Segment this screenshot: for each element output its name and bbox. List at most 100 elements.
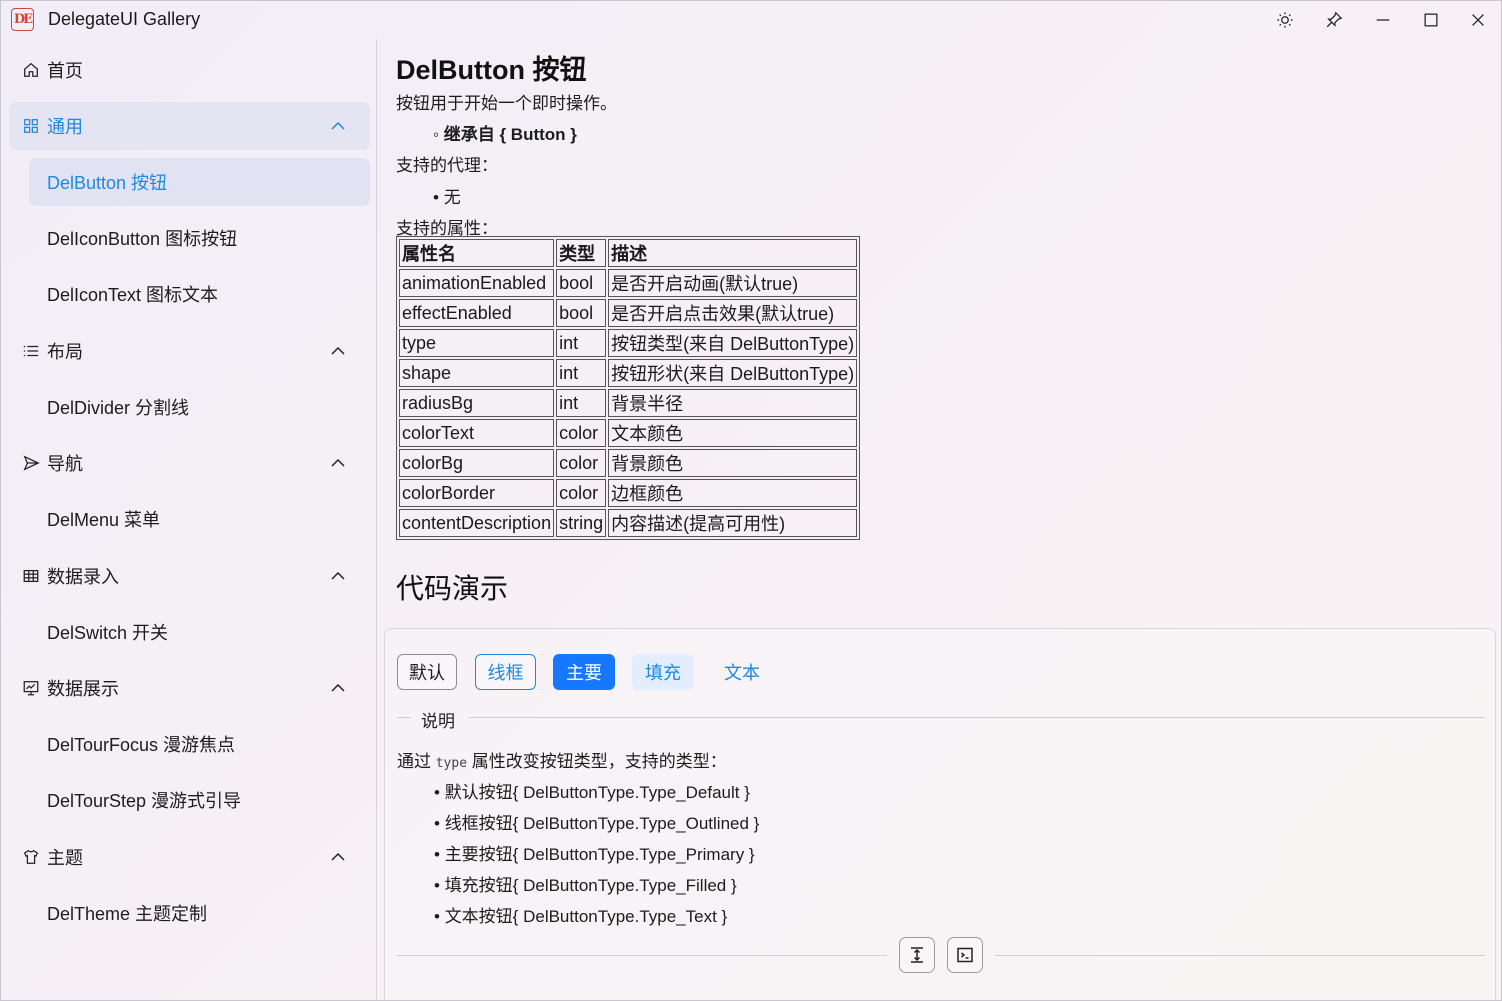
sidebar-item-label: DelButton 按钮 [47,173,168,193]
table-cell: color [556,479,607,507]
default-button[interactable]: 默认 [397,654,457,690]
theme-toggle-button[interactable] [1265,5,1305,35]
sidebar-item-deltourstep[interactable]: DelTourStep 漫游式引导 [29,776,370,824]
chevron-up-icon [331,852,345,861]
sidebar-item-label: DelTourStep 漫游式引导 [47,791,242,811]
page-title: DelButton 按钮 [396,55,587,85]
table-row: type int 按钮类型(来自 DelButtonType) [399,329,858,357]
sidebar-item-deltheme[interactable]: DelTheme 主题定制 [29,889,370,937]
expand-code-button[interactable] [899,937,935,973]
table-cell: radiusBg [399,389,555,417]
maximize-button[interactable] [1411,5,1451,35]
chevron-up-icon [331,571,345,580]
type-list-item: • 填充按钮{ DelButtonType.Type_Filled } [434,876,737,895]
footer-divider-line [995,955,1485,956]
table-cell: color [556,449,607,477]
list-icon [21,341,41,361]
home-icon [21,60,41,80]
show-code-button[interactable] [947,937,983,973]
table-cell: effectEnabled [399,299,555,327]
filled-button[interactable]: 填充 [632,654,694,690]
sidebar-item-delbutton[interactable]: DelButton 按钮 [29,158,370,206]
sidebar-item-label: 数据录入 [47,567,119,587]
table-cell: type [399,329,555,357]
sidebar-group-general[interactable]: 通用 [9,102,370,150]
primary-button[interactable]: 主要 [553,654,615,690]
table-cell: 是否开启动画(默认true) [608,269,858,297]
expand-vertical-icon [911,947,923,963]
sidebar-item-delswitch[interactable]: DelSwitch 开关 [29,608,370,656]
maximize-icon [1424,13,1438,27]
type-list-item: • 主要按钮{ DelButtonType.Type_Primary } [434,845,755,864]
minimize-icon [1376,19,1390,21]
sidebar-item-deldivider[interactable]: DelDivider 分割线 [29,383,370,431]
sidebar-item-label: 通用 [47,117,83,137]
delegates-text: 无 [443,188,461,207]
sidebar-group-data-entry[interactable]: 数据录入 [9,552,370,600]
delegates-item: • 无 [433,188,461,207]
table-icon [21,566,41,586]
type-text: 文本按钮{ DelButtonType.Type_Text } [444,907,728,926]
window-title: DelegateUI Gallery [48,9,201,29]
sidebar-item-label: 主题 [47,848,83,868]
table-cell: animationEnabled [399,269,555,297]
sidebar-item-deltourfocus[interactable]: DelTourFocus 漫游焦点 [29,720,370,768]
table-row: contentDescription string 内容描述(提高可用性) [399,509,858,537]
type-text: 线框按钮{ DelButtonType.Type_Outlined } [444,814,760,833]
type-list-item: • 线框按钮{ DelButtonType.Type_Outlined } [434,814,760,833]
table-row: shape int 按钮形状(来自 DelButtonType) [399,359,858,387]
sidebar-item-delmenu[interactable]: DelMenu 菜单 [29,495,370,543]
sidebar-group-layout[interactable]: 布局 [9,327,370,375]
desc-prefix: 通过 [397,752,431,771]
table-cell: int [556,389,607,417]
sidebar-item-label: 首页 [47,61,83,81]
sidebar-item-delicontext[interactable]: DelIconText 图标文本 [29,270,370,318]
table-cell: color [556,419,607,447]
table-row: colorBg color 背景颜色 [399,449,858,477]
table-header: 描述 [608,239,858,267]
apps-icon [21,116,41,136]
sidebar-group-theme[interactable]: 主题 [9,833,370,881]
desc-suffix: 属性改变按钮类型，支持的类型： [471,752,727,771]
divider-line [397,717,411,718]
close-button[interactable] [1458,5,1498,35]
sidebar-nav: 首页 通用 DelButton 按钮 DelIconButton 图标按钮 De… [1,39,377,1000]
table-header: 类型 [556,239,607,267]
inherits-text: 继承自 { Button } [443,125,577,144]
sidebar-item-deliconbutton[interactable]: DelIconButton 图标按钮 [29,214,370,262]
table-header: 属性名 [399,239,555,267]
desc-code: type [435,756,468,771]
table-row: radiusBg int 背景半径 [399,389,858,417]
table-header-row: 属性名 类型 描述 [399,239,858,267]
table-row: colorText color 文本颜色 [399,419,858,447]
outlined-button[interactable]: 线框 [475,654,536,690]
text-button[interactable]: 文本 [711,654,773,690]
pin-button[interactable] [1314,5,1354,35]
sidebar-item-home[interactable]: 首页 [9,46,370,94]
inherits-item: ◦ 继承自 { Button } [433,125,577,144]
app-logo-icon: DE [11,8,34,31]
sidebar-group-data-display[interactable]: 数据展示 [9,664,370,712]
table-cell: 按钮类型(来自 DelButtonType) [608,329,858,357]
chevron-up-icon [331,121,345,130]
table-cell: int [556,359,607,387]
shirt-icon [21,847,41,867]
sidebar-group-navigation[interactable]: 导航 [9,439,370,487]
table-cell: 背景半径 [608,389,858,417]
table-cell: colorBg [399,449,555,477]
type-list-item: • 文本按钮{ DelButtonType.Type_Text } [434,907,728,926]
table-cell: string [556,509,607,537]
sidebar-item-label: 布局 [47,342,83,362]
app-window: DE DelegateUI Gallery 首页 通用 DelButton 按钮… [0,0,1502,1001]
table-row: animationEnabled bool 是否开启动画(默认true) [399,269,858,297]
sidebar-item-label: 数据展示 [47,679,119,699]
send-icon [21,453,41,473]
title-bar[interactable]: DE DelegateUI Gallery [1,1,1501,39]
terminal-icon [957,947,973,963]
minimize-button[interactable] [1363,5,1403,35]
divider-label: 说明 [421,712,455,731]
table-row: colorBorder color 边框颜色 [399,479,858,507]
close-icon [1472,14,1484,26]
type-text: 默认按钮{ DelButtonType.Type_Default } [444,783,750,802]
table-cell: int [556,329,607,357]
